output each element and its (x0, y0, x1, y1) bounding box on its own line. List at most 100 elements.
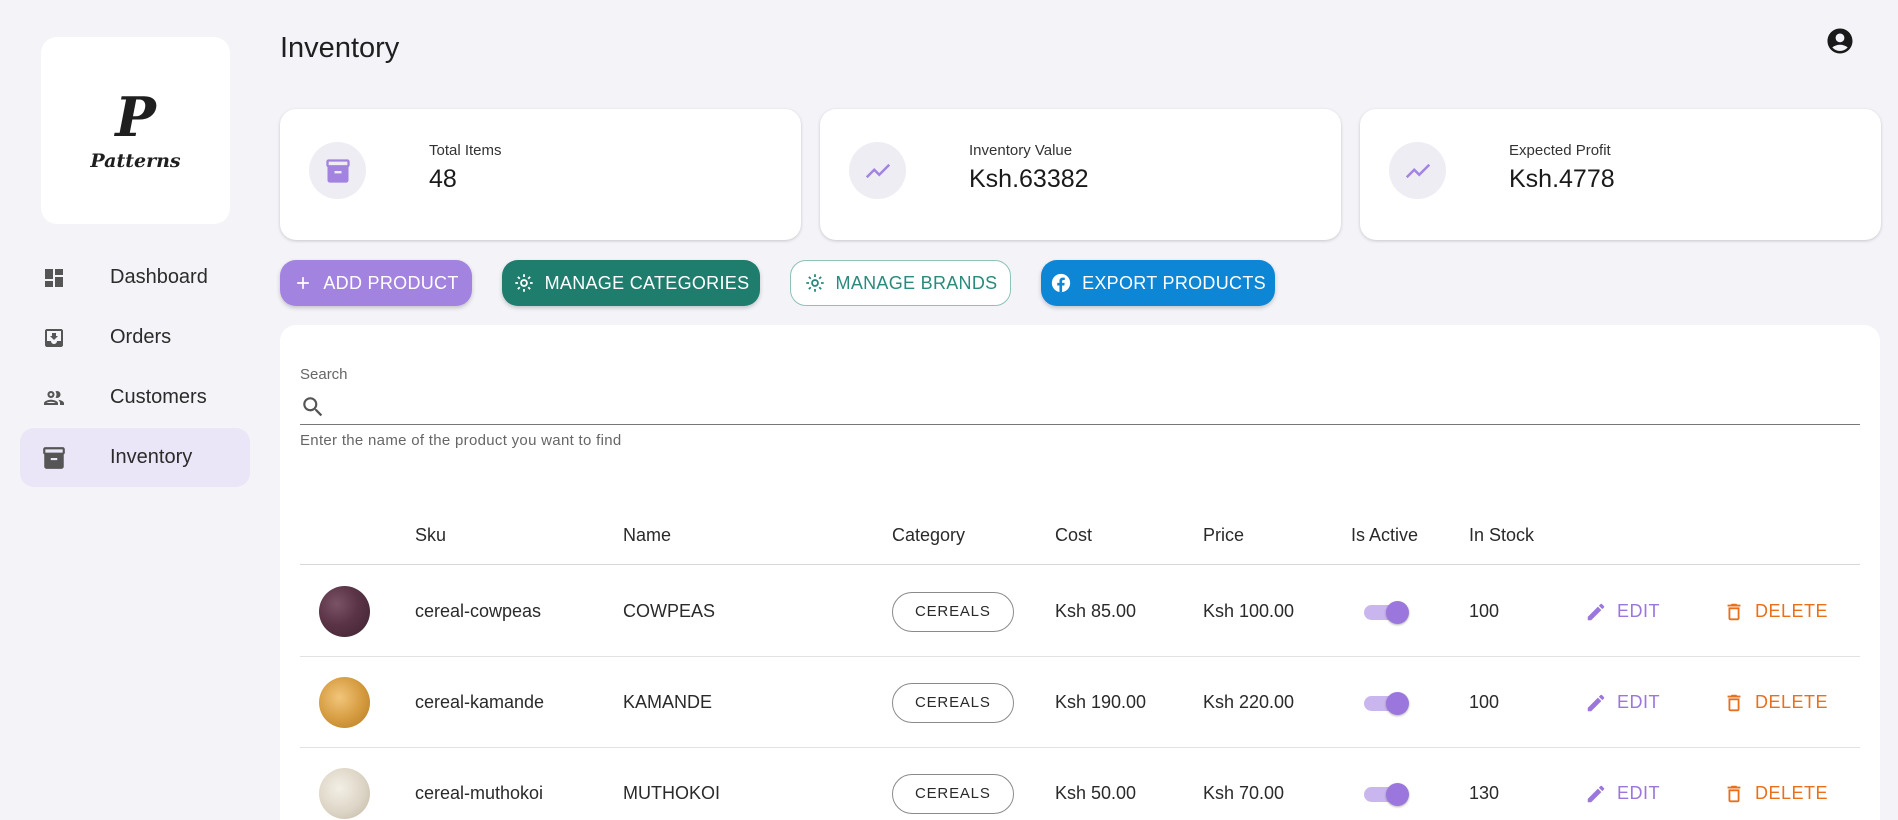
delete-button[interactable]: DELETE (1723, 692, 1828, 714)
search-label: Search (300, 366, 348, 383)
facebook-icon (1051, 273, 1071, 293)
delete-button[interactable]: DELETE (1723, 601, 1828, 623)
delete-cell: DELETE (1723, 657, 1828, 748)
sku-cell: cereal-cowpeas (415, 601, 542, 621)
trash-icon (1727, 785, 1741, 802)
is-active-cell (1364, 657, 1410, 748)
archive-icon (309, 142, 366, 199)
column-header-is-active[interactable]: Is Active (1351, 505, 1418, 565)
is-active-cell (1364, 748, 1410, 820)
column-header-in-stock[interactable]: In Stock (1469, 505, 1534, 565)
manage-categories-button[interactable]: MANAGE CATEGORIES (502, 260, 760, 306)
sidebar-item-customers[interactable]: Customers (20, 368, 250, 427)
orders-icon (40, 324, 68, 352)
table-row: cereal-muthokoi MUTHOKOI CEREALS Ksh 50.… (300, 748, 1860, 820)
delete-cell: DELETE (1723, 566, 1828, 657)
sidebar-item-inventory[interactable]: Inventory (20, 428, 250, 487)
stat-card-total-items: Total Items 48 (280, 109, 801, 240)
product-thumbnail-cell (319, 657, 370, 748)
category-cell: CEREALS (892, 657, 1014, 748)
column-header-category[interactable]: Category (892, 505, 965, 565)
cost-cell: Ksh 85.00 (1055, 601, 1137, 621)
is-active-toggle[interactable] (1364, 779, 1410, 809)
in-stock-cell: 100 (1469, 601, 1500, 621)
stat-value: 48 (429, 165, 457, 193)
sidebar-item-label: Orders (110, 326, 172, 348)
delete-button[interactable]: DELETE (1723, 783, 1828, 805)
edit-button[interactable]: EDIT (1585, 783, 1660, 805)
search-input[interactable] (334, 396, 1860, 417)
stat-card-expected-profit: Expected Profit Ksh.4778 (1360, 109, 1881, 240)
cost-cell: Ksh 190.00 (1055, 692, 1147, 712)
stat-label: Expected Profit (1509, 142, 1611, 159)
delete-cell: DELETE (1723, 748, 1828, 820)
sku-cell: cereal-muthokoi (415, 783, 544, 803)
in-stock-cell: 130 (1469, 783, 1500, 803)
dashboard-icon (40, 264, 68, 292)
pencil-icon (1587, 603, 1605, 620)
cost-cell: Ksh 50.00 (1055, 783, 1137, 803)
product-image (319, 768, 370, 819)
logo-text: Patterns (90, 149, 181, 172)
in-stock-cell: 100 (1469, 692, 1500, 712)
account-circle-icon[interactable] (1825, 26, 1855, 56)
column-header-sku[interactable]: Sku (415, 505, 446, 565)
price-cell: Ksh 100.00 (1203, 601, 1295, 621)
pencil-icon (1587, 785, 1605, 802)
is-active-toggle[interactable] (1364, 688, 1410, 718)
sidebar-item-label: Inventory (110, 446, 193, 468)
name-cell: COWPEAS (623, 601, 716, 621)
column-header-price[interactable]: Price (1203, 505, 1244, 565)
edit-button[interactable]: EDIT (1585, 692, 1660, 714)
edit-cell: EDIT (1585, 657, 1660, 748)
column-header-cost[interactable]: Cost (1055, 505, 1092, 565)
delete-label: DELETE (1755, 601, 1829, 621)
table-header: Sku Name Category Cost Price Is Active I… (300, 505, 1860, 565)
logo-card: P Patterns (41, 37, 230, 224)
manage-brands-label: MANAGE BRANDS (835, 272, 998, 293)
category-cell: CEREALS (892, 748, 1014, 820)
price-cell: Ksh 70.00 (1203, 783, 1285, 803)
name-cell: KAMANDE (623, 692, 713, 712)
trending-up-icon (1389, 142, 1446, 199)
gear-icon (805, 274, 824, 292)
is-active-cell (1364, 566, 1410, 657)
pencil-icon (1587, 694, 1605, 711)
trash-icon (1727, 694, 1741, 711)
add-product-label: ADD PRODUCT (323, 272, 459, 293)
product-image (319, 677, 370, 728)
sku-cell: cereal-kamande (415, 692, 545, 712)
edit-label: EDIT (1617, 601, 1661, 621)
trending-up-icon (849, 142, 906, 199)
category-cell: CEREALS (892, 566, 1014, 657)
sidebar-item-dashboard[interactable]: Dashboard (20, 248, 250, 307)
is-active-toggle[interactable] (1364, 597, 1410, 627)
product-image (319, 586, 370, 637)
sidebar-nav: Dashboard Orders Customers Inventory (20, 248, 250, 488)
inventory-icon (40, 444, 68, 472)
edit-label: EDIT (1617, 783, 1661, 803)
stat-value: Ksh.63382 (969, 165, 1089, 193)
product-thumbnail-cell (319, 748, 370, 820)
manage-brands-button[interactable]: MANAGE BRANDS (790, 260, 1011, 306)
edit-label: EDIT (1617, 692, 1661, 712)
sidebar-item-orders[interactable]: Orders (20, 308, 250, 367)
export-products-label: EXPORT PRODUCTS (1082, 272, 1266, 293)
edit-button[interactable]: EDIT (1585, 601, 1660, 623)
table-row: cereal-cowpeas COWPEAS CEREALS Ksh 85.00… (300, 566, 1860, 657)
search-helper-text: Enter the name of the product you want t… (300, 432, 622, 449)
manage-categories-label: MANAGE CATEGORIES (544, 272, 750, 293)
trash-icon (1727, 603, 1741, 620)
stat-label: Total Items (429, 142, 502, 159)
delete-label: DELETE (1755, 692, 1829, 712)
price-cell: Ksh 220.00 (1203, 692, 1295, 712)
category-chip: CEREALS (892, 773, 1014, 814)
edit-cell: EDIT (1585, 566, 1660, 657)
add-product-button[interactable]: ADD PRODUCT (280, 260, 472, 306)
export-products-button[interactable]: EXPORT PRODUCTS (1041, 260, 1275, 306)
logo-mark: P (115, 84, 156, 149)
inventory-table-panel: Search Enter the name of the product you… (280, 325, 1880, 820)
column-header-name[interactable]: Name (623, 505, 671, 565)
stat-value: Ksh.4778 (1509, 165, 1615, 193)
category-chip: CEREALS (892, 591, 1014, 632)
